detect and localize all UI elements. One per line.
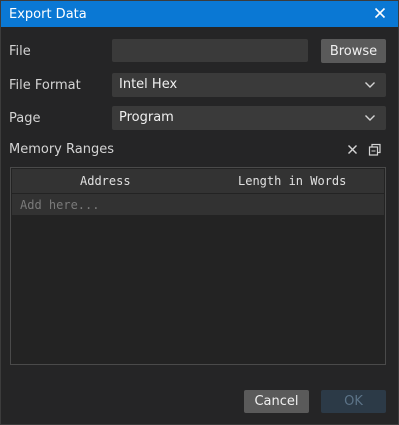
add-range-placeholder: Add here... xyxy=(20,198,100,212)
file-label: File xyxy=(9,44,31,59)
copy-icon[interactable] xyxy=(368,143,382,157)
memory-ranges-table: Address Length in Words Add here... xyxy=(10,167,386,365)
file-path-input[interactable] xyxy=(112,39,308,62)
export-data-dialog: Export Data File Browse File Format Inte… xyxy=(0,0,399,425)
memory-ranges-label: Memory Ranges xyxy=(9,142,114,157)
page-label: Page xyxy=(9,111,41,126)
dialog-title: Export Data xyxy=(9,7,87,22)
clear-icon[interactable] xyxy=(346,143,359,156)
file-format-label: File Format xyxy=(9,78,81,93)
page-select[interactable]: Program xyxy=(112,106,386,130)
page-value: Program xyxy=(119,110,174,125)
ok-button[interactable]: OK xyxy=(321,390,386,413)
cancel-button[interactable]: Cancel xyxy=(244,390,309,413)
column-header-length[interactable]: Length in Words xyxy=(238,174,346,188)
file-format-value: Intel Hex xyxy=(119,77,178,92)
title-bar: Export Data xyxy=(1,1,398,27)
column-header-address[interactable]: Address xyxy=(80,174,131,188)
add-range-row[interactable]: Add here... xyxy=(12,194,384,215)
chevron-down-icon xyxy=(365,82,375,88)
table-header: Address Length in Words xyxy=(12,169,384,193)
chevron-down-icon xyxy=(365,115,375,121)
close-icon[interactable] xyxy=(372,5,388,21)
file-format-select[interactable]: Intel Hex xyxy=(112,73,386,97)
browse-button[interactable]: Browse xyxy=(321,39,386,63)
